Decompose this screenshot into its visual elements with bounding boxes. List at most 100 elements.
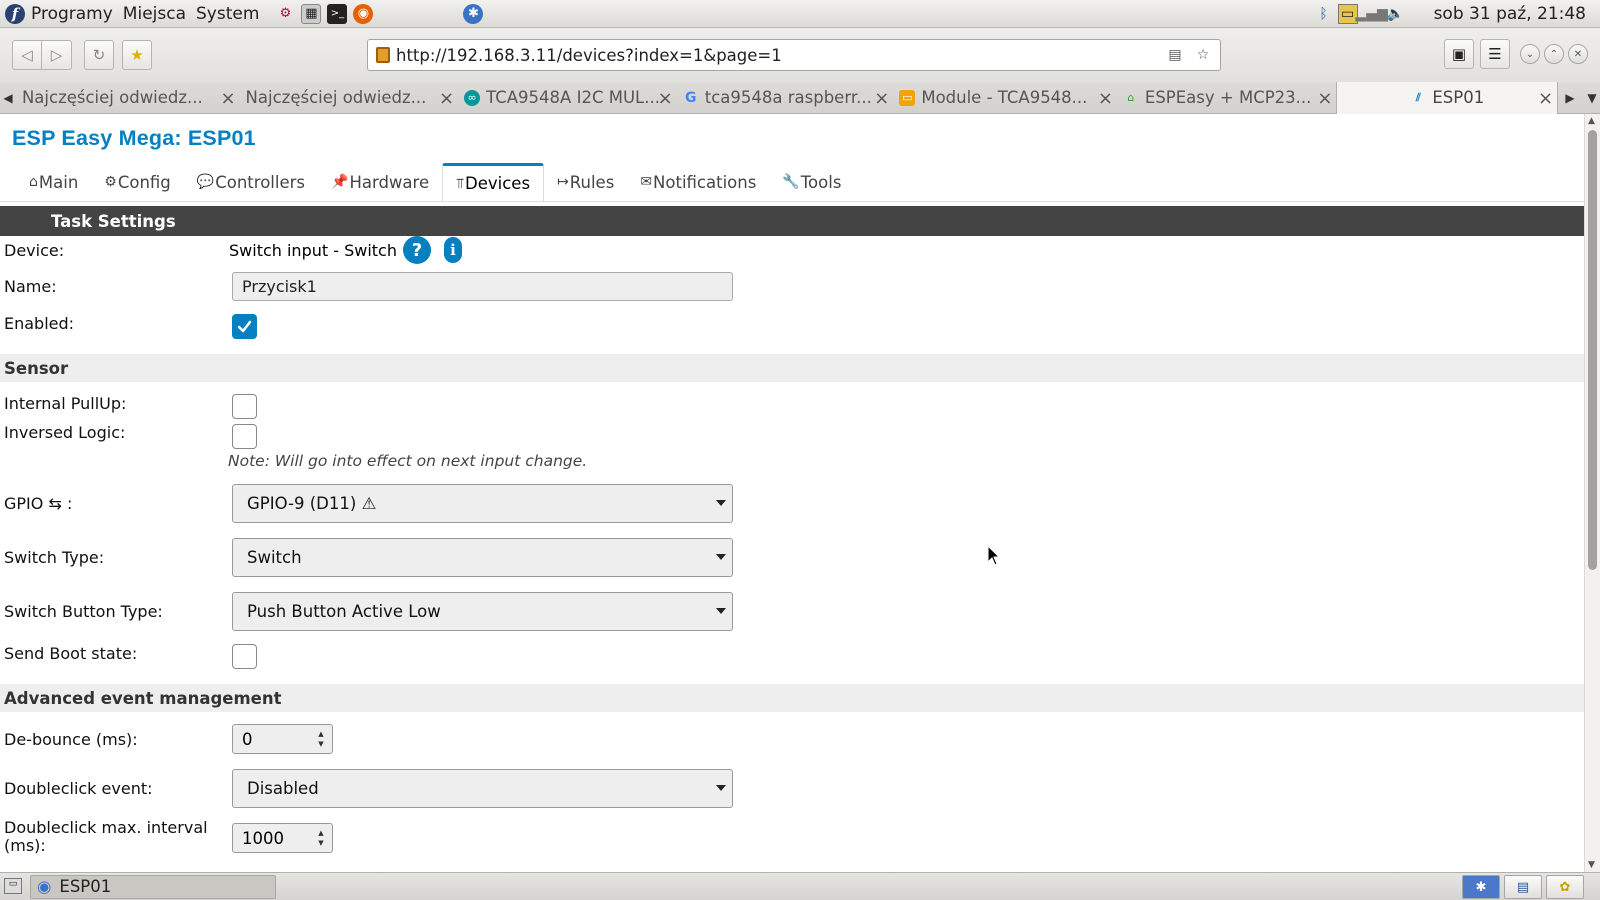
home-icon: ⌂ [29, 174, 38, 190]
taskbar-window-label: ESP01 [59, 877, 112, 896]
spinner-arrows-icon[interactable]: ▲ ▼ [316, 828, 326, 848]
menu-icon[interactable]: ☰ [1480, 39, 1510, 69]
tab-label: TCA9548A I2C MUL... [486, 88, 660, 107]
wrench-icon: 🔧 [782, 174, 800, 190]
terminal-icon[interactable]: >_ [327, 3, 348, 24]
browser-tab[interactable]: Najczęściej odwiedz... × [16, 82, 240, 114]
enabled-checkbox[interactable] [232, 314, 257, 339]
tab-scroll-left-icon[interactable]: ◀ [0, 91, 16, 105]
task-settings-header: Task Settings [0, 206, 1584, 236]
menu-tab-notifications[interactable]: ✉ Notifications [627, 163, 769, 201]
taskbar-window-esp01[interactable]: ◉ ESP01 [30, 874, 276, 899]
volume-icon[interactable]: 🔈 [1386, 4, 1406, 24]
pushpin-icon: 📌 [331, 174, 349, 190]
chevron-down-icon [716, 500, 726, 506]
button-type-select[interactable]: Push Button Active Low [232, 592, 733, 631]
bluetooth-icon[interactable]: ᛒ [1314, 4, 1334, 24]
menu-tab-main[interactable]: ⌂ Main [16, 163, 91, 201]
bookmark-star-icon[interactable]: ★ [122, 40, 152, 70]
workspace-globe-icon[interactable]: ✱ [1462, 875, 1500, 899]
switch-type-select[interactable]: Switch [232, 538, 733, 577]
tab-close-icon[interactable]: × [439, 88, 454, 109]
close-window-icon[interactable]: ✕ [1568, 44, 1588, 64]
tab-scroll-right-icon[interactable]: ▶ [1562, 91, 1578, 105]
menu-tab-label: Rules [569, 172, 615, 192]
dc-interval-input[interactable]: 1000 ▲ ▼ [232, 823, 333, 853]
menu-tab-devices[interactable]: ⫪ Devices [442, 163, 545, 201]
debounce-input[interactable]: 0 ▲ ▼ [232, 724, 333, 754]
scroll-thumb[interactable] [1588, 130, 1597, 570]
menu-tab-hardware[interactable]: 📌 Hardware [318, 163, 442, 201]
tab-close-icon[interactable]: × [220, 88, 235, 109]
insecure-site-icon[interactable] [376, 47, 390, 63]
device-label: Device: [4, 241, 65, 260]
scroll-up-icon[interactable]: ▲ [1588, 116, 1595, 126]
forward-icon[interactable]: ▷ [42, 40, 72, 70]
firefox-icon[interactable]: ◉ [353, 3, 374, 24]
tab-close-icon[interactable]: × [1098, 88, 1113, 109]
speech-bubble-icon: 💬 [196, 174, 215, 190]
chevron-down-icon [716, 785, 726, 791]
browser-tab[interactable]: Najczęściej odwiedz... × [240, 82, 459, 114]
espeasy-icon: ⫽ [1415, 90, 1421, 104]
library-icon[interactable]: ▣ [1444, 39, 1474, 69]
pullup-label: Internal PullUp: [4, 394, 127, 413]
bookmark-icon[interactable]: ☆ [1192, 44, 1214, 66]
bottom-panel: ▭ ◉ ESP01 ✱ ▤ ✿ [0, 872, 1600, 900]
note-text: Note: Will go into effect on next input … [228, 452, 588, 470]
switch-type-value: Switch [247, 548, 302, 567]
signal-icon[interactable]: ▂▄▆ [1355, 4, 1387, 24]
button-type-value: Push Button Active Low [247, 602, 441, 621]
boot-state-checkbox[interactable] [232, 644, 257, 669]
tab-close-icon[interactable]: × [874, 88, 889, 109]
debounce-label: De-bounce (ms): [4, 730, 138, 749]
tab-close-icon[interactable]: × [1538, 88, 1553, 109]
tab-list-icon[interactable]: ▼ [1584, 91, 1600, 105]
tab-label: Module - TCA9548... [921, 88, 1088, 107]
show-desktop-icon[interactable]: ▭ [4, 878, 22, 894]
menu-tab-controllers[interactable]: 💬 Controllers [184, 163, 318, 201]
tab-label: ESPEasy + MCP23... [1144, 88, 1312, 107]
tab-close-icon[interactable]: × [658, 88, 673, 109]
panel-menu-system[interactable]: System [196, 4, 259, 24]
menu-tab-tools[interactable]: 🔧 Tools [769, 163, 854, 201]
tab-strip: ◀ Najczęściej odwiedz... × Najczęściej o… [0, 81, 1600, 114]
dc-interval-label-line1: Doubleclick max. interval [4, 818, 208, 837]
calculator-icon[interactable]: ▦ [301, 3, 322, 24]
page-scrollbar[interactable]: ▲ ▼ [1584, 114, 1600, 872]
url-bar[interactable]: http://192.168.3.11/devices?index=1&page… [367, 39, 1221, 71]
panel-menu-programy[interactable]: Programy [31, 4, 113, 24]
doubleclick-label: Doubleclick event: [4, 779, 153, 798]
name-input[interactable]: Przycisk1 [232, 272, 733, 301]
network-globe-icon[interactable]: ✱ [463, 3, 484, 24]
inversed-checkbox[interactable] [232, 424, 257, 449]
panel-menu-miejsca[interactable]: Miejsca [123, 4, 186, 24]
gpio-select[interactable]: GPIO-9 (D11) ⚠ [232, 484, 733, 523]
pullup-checkbox[interactable] [232, 394, 257, 419]
browser-tab-active[interactable]: ⫽ ESP01 × [1336, 81, 1559, 114]
menu-tab-label: Devices [465, 174, 531, 193]
help-icon[interactable]: ? [403, 236, 431, 264]
spinner-arrows-icon[interactable]: ▲ ▼ [316, 729, 326, 749]
browser-tab[interactable]: ⌂ ESPEasy + MCP23... × [1117, 82, 1337, 114]
document-icon[interactable]: ▤ [1504, 875, 1542, 899]
menu-tab-rules[interactable]: ↦ Rules [544, 163, 627, 201]
fedora-logo-icon[interactable]: f [5, 3, 25, 24]
workspace-switcher-icon[interactable]: ✿ [1546, 875, 1584, 899]
back-icon[interactable]: ◁ [12, 40, 42, 70]
info-icon[interactable]: i [444, 237, 462, 263]
reload-icon[interactable]: ↻ [84, 40, 114, 70]
panel-clock[interactable]: sob 31 paź, 21:48 [1434, 4, 1586, 24]
maximize-icon[interactable]: ⌃ [1544, 44, 1564, 64]
browser-tab[interactable]: ▭ Module - TCA9548... × [893, 82, 1117, 114]
doubleclick-select[interactable]: Disabled [232, 769, 733, 808]
browser-tab[interactable]: G tca9548a raspberr... × [677, 82, 894, 114]
tab-close-icon[interactable]: × [1317, 88, 1332, 109]
browser-tab[interactable]: ∞ TCA9548A I2C MUL... × [458, 82, 677, 114]
minimize-icon[interactable]: ⌄ [1520, 44, 1540, 64]
menu-tab-config[interactable]: ⚙ Config [91, 163, 184, 201]
url-text[interactable]: http://192.168.3.11/devices?index=1&page… [396, 46, 1164, 65]
reader-view-icon[interactable]: ▤ [1164, 44, 1186, 66]
network-tool-icon[interactable]: ⚙ [275, 4, 295, 24]
scroll-down-icon[interactable]: ▼ [1588, 860, 1595, 870]
